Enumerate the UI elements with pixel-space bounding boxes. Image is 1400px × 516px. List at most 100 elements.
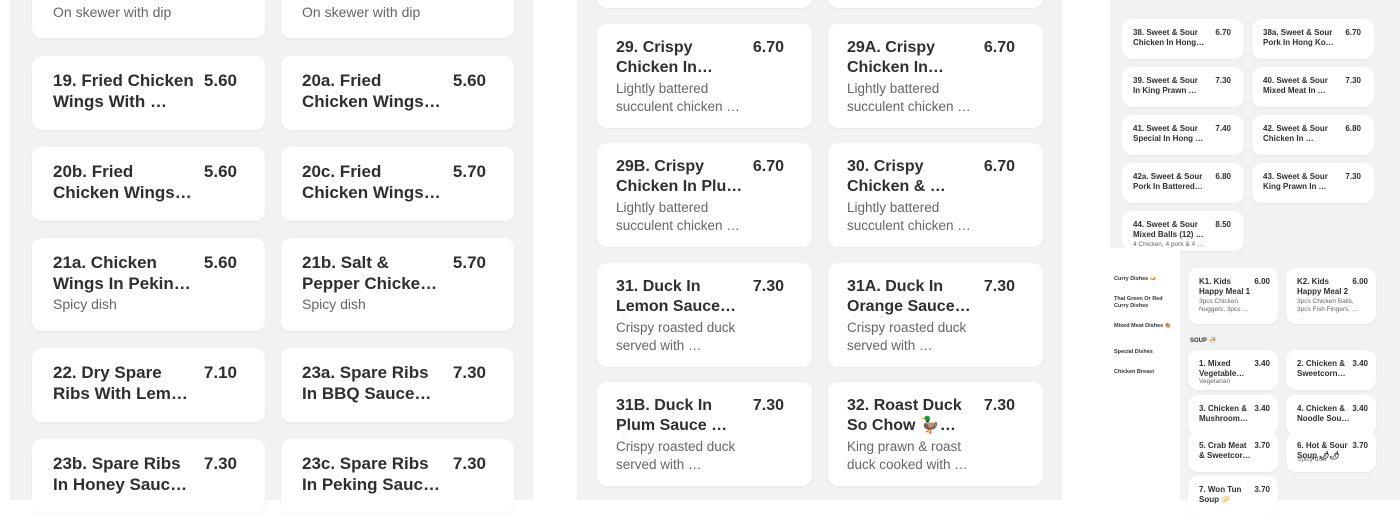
menu-item-card[interactable]: 39. Sweet & Sour In King Prawn … 7.30 (1122, 67, 1244, 107)
item-price: 5.60 (203, 253, 237, 272)
menu-item-card[interactable]: 38. Sweet & Sour Chicken In Hong … 6.70 (1122, 19, 1244, 59)
category-sidebar: Curry Dishes 🍛 Thai Green Or Red Curry D… (1110, 248, 1180, 500)
item-description: Crispy roasted duck served with … (847, 320, 967, 353)
menu-item-card[interactable]: K2. Kids Happy Meal 2 6.00 3pcs Chicken … (1286, 268, 1376, 324)
item-description: Lightly battered succulent chicken … (616, 81, 740, 114)
item-description: 3pcs Chicken Balls, 3pcs Fish Fingers, … (1297, 298, 1359, 313)
item-price: 5.70 (452, 253, 486, 272)
menu-item-card[interactable]: 41. Sweet & Sour Special In Hong … 7.40 (1122, 115, 1244, 155)
item-price: 6.00 (1352, 277, 1368, 286)
item-description: Vegetarian (1199, 378, 1231, 385)
item-price: 6.00 (1254, 277, 1270, 286)
menu-item-card[interactable]: 32. Roast Duck So Chow 🦆🦆🍜 7.30 King pra… (828, 382, 1043, 486)
item-name: 20c. Fried Chicken Wings In Sweet … (302, 162, 444, 202)
menu-item-card[interactable]: 1. Mixed Vegetable Soup … 3.40 Vegetaria… (1188, 350, 1278, 390)
item-name: 21a. Chicken Wings In Peking … (53, 253, 185, 293)
menu-item-card[interactable] (597, 0, 812, 8)
item-price: 5.70 (452, 162, 486, 181)
menu-item-card[interactable]: 42a. Sweet & Sour Pork In Battered… 6.80 (1122, 163, 1244, 203)
menu-item-card[interactable]: 23a. Spare Ribs In BBQ Sauce BBQ🍖 7.30 (281, 348, 514, 422)
item-name: 29A. Crispy Chicken In Oran… (847, 39, 936, 76)
item-price: 5.60 (452, 71, 486, 90)
item-price: 7.40 (1215, 124, 1231, 133)
item-price: 6.70 (983, 39, 1015, 56)
menu-item-card[interactable]: 22. Dry Spare Ribs With Lemon 🍋🍋… 7.10 (32, 348, 265, 422)
item-description: Crispy roasted duck served with … (616, 320, 736, 353)
item-name: 41. Sweet & Sour Special In Hong … (1133, 124, 1204, 143)
sidebar-item-special[interactable]: Special Dishes (1114, 349, 1174, 356)
menu-item-card[interactable]: 2. Chicken & Sweetcorn Soup … 3.40 (1286, 350, 1376, 390)
menu-item-card[interactable]: 31. Duck In Lemon Sauce 🦆🦆🍋 7.30 Crispy … (597, 263, 812, 367)
menu-item-card[interactable]: On skewer with dip (32, 0, 265, 38)
menu-item-card[interactable] (828, 0, 1043, 8)
menu-item-card[interactable]: 30. Crispy Chicken & … 6.70 Lightly batt… (828, 143, 1043, 247)
item-price: 7.30 (1345, 172, 1361, 181)
item-name: 31B. Duck In Plum Sauce 🦆🦆🍑 (616, 397, 732, 434)
menu-item-card[interactable]: K1. Kids Happy Meal 1 6.00 3pcs Chicken … (1188, 268, 1278, 324)
menu-item-card[interactable]: 21b. Salt & Pepper Chicken Wings 🌶… 5.70… (281, 238, 514, 331)
item-name: 43. Sweet & Sour King Prawn In … (1263, 172, 1328, 191)
menu-item-card[interactable]: 44. Sweet & Sour Mixed Balls (12) … 8.50… (1122, 211, 1244, 251)
item-name: 31A. Duck In Orange Sauce 🦆🍊 (847, 278, 955, 315)
item-name: 19. Fried Chicken Wings With … (53, 71, 194, 111)
sidebar-item-curry[interactable]: Curry Dishes 🍛 (1114, 276, 1174, 283)
item-name: 38a. Sweet & Sour Pork In Hong Ko… (1263, 28, 1334, 47)
item-price: 3.70 (1254, 485, 1270, 494)
item-name: 44. Sweet & Sour Mixed Balls (12) … (1133, 220, 1204, 239)
item-name: K2. Kids Happy Meal 2 (1297, 277, 1349, 296)
item-name: 7. Won Tun Soup 🥟 (1199, 485, 1242, 504)
sidebar-item-thai-curry[interactable]: Thai Green Or Red Curry Dishes (1114, 296, 1174, 310)
item-description: Lightly battered succulent chicken … (847, 200, 971, 233)
menu-item-card[interactable]: On skewer with dip (281, 0, 514, 38)
menu-item-card[interactable]: 31A. Duck In Orange Sauce 🦆🍊 7.30 Crispy… (828, 263, 1043, 367)
menu-item-card[interactable]: 19. Fried Chicken Wings With … 5.60 (32, 56, 265, 130)
menu-item-card[interactable]: 6. Hot & Sour Soup 🌶🌶 3.70 Spicy dish (1286, 432, 1376, 472)
menu-item-card[interactable]: 5. Crab Meat & Sweetcorn Soup … 3.70 (1188, 432, 1278, 472)
sidebar-item-chicken-breast[interactable]: Chicken Breast (1114, 369, 1174, 376)
item-name: 1. Mixed Vegetable Soup … (1199, 359, 1237, 378)
item-name: 29. Crispy Chicken In Lemo… (616, 39, 697, 76)
item-name: 38. Sweet & Sour Chicken In Hong … (1133, 28, 1198, 47)
item-name: 23b. Spare Ribs In Honey Sauce 🍯🍯 (53, 454, 181, 494)
item-price: 7.30 (1215, 76, 1231, 85)
menu-item-card[interactable]: 43. Sweet & Sour King Prawn In … 7.30 (1252, 163, 1374, 203)
menu-item-card[interactable]: 31B. Duck In Plum Sauce 🦆🦆🍑 7.30 Crispy … (597, 382, 812, 486)
item-price: 6.70 (752, 39, 784, 56)
menu-item-card[interactable]: 20b. Fried Chicken Wings I… 5.60 (32, 147, 265, 221)
item-name: 31. Duck In Lemon Sauce 🦆🦆🍋 (616, 278, 721, 315)
item-description: Lightly battered succulent chicken … (847, 81, 971, 114)
item-description: Spicy dish (1297, 456, 1327, 463)
menu-item-card[interactable]: 29B. Crispy Chicken In Plum … 6.70 Light… (597, 143, 812, 247)
item-price: 7.30 (452, 363, 486, 382)
item-price: 3.40 (1352, 359, 1368, 368)
item-name: 40. Sweet & Sour Mixed Meat In … (1263, 76, 1328, 95)
menu-item-card[interactable]: 29. Crispy Chicken In Lemo… 6.70 Lightly… (597, 24, 812, 128)
menu-item-card[interactable]: 42. Sweet & Sour Chicken In … 6.80 (1252, 115, 1374, 155)
menu-item-card[interactable]: 21a. Chicken Wings In Peking … 5.60 Spic… (32, 238, 265, 331)
menu-item-card[interactable]: 29A. Crispy Chicken In Oran… 6.70 Lightl… (828, 24, 1043, 128)
item-price: 3.40 (1254, 359, 1270, 368)
menu-item-card[interactable]: 38a. Sweet & Sour Pork In Hong Ko… 6.70 (1252, 19, 1374, 59)
menu-item-card[interactable]: 20a. Fried Chicken Wings In BBQ … 5.60 (281, 56, 514, 130)
item-price: 3.70 (1352, 441, 1368, 450)
sidebar-item-mixed-meat[interactable]: Mixed Meat Dishes 🍖 (1114, 323, 1174, 330)
item-price: 6.80 (1215, 172, 1231, 181)
item-price: 6.80 (1345, 124, 1361, 133)
item-description: Lightly battered succulent chicken … (616, 200, 740, 233)
item-name: K1. Kids Happy Meal 1 (1199, 277, 1251, 296)
item-description: Spicy dish (302, 296, 366, 312)
item-description: King prawn & roast duck cooked with … (847, 439, 968, 472)
menu-item-card[interactable]: 3. Chicken & Mushroom Soup … 3.40 (1188, 395, 1278, 435)
menu-item-card[interactable]: 40. Sweet & Sour Mixed Meat In … 7.30 (1252, 67, 1374, 107)
menu-item-card[interactable]: 23c. Spare Ribs In Peking Sauce 🍖🍖 7.30 (281, 439, 514, 513)
item-price: 7.30 (1345, 76, 1361, 85)
item-price: 7.10 (203, 363, 237, 382)
menu-item-card[interactable]: 4. Chicken & Noodle Soup 🍜🍜 3.40 (1286, 395, 1376, 435)
item-name: 29B. Crispy Chicken In Plum … (616, 158, 741, 195)
item-name: 30. Crispy Chicken & … (847, 158, 946, 195)
menu-item-card[interactable]: 20c. Fried Chicken Wings In Sweet … 5.70 (281, 147, 514, 221)
menu-item-card[interactable]: 23b. Spare Ribs In Honey Sauce 🍯🍯 7.30 (32, 439, 265, 513)
item-name: 21b. Salt & Pepper Chicken Wings 🌶… (302, 253, 431, 293)
item-name: 4. Chicken & Noodle Soup 🍜🍜 (1297, 404, 1347, 423)
menu-item-card[interactable]: 7. Won Tun Soup 🥟 3.70 (1188, 476, 1278, 516)
